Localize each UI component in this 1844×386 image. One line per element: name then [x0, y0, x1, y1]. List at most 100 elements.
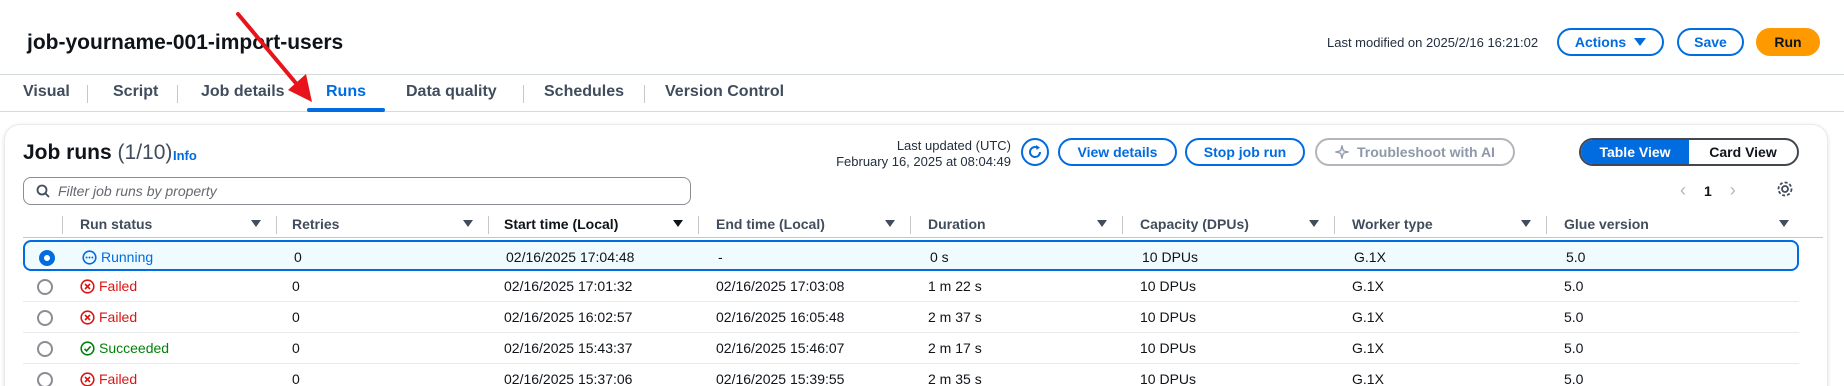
pagination: ‹ 1 ›: [1680, 180, 1736, 201]
column-separator: [276, 216, 277, 234]
card-view-option[interactable]: Card View: [1689, 140, 1797, 164]
table-row[interactable]: Succeeded 0 02/16/2025 15:43:37 02/16/20…: [23, 333, 1799, 364]
column-header-glue-version[interactable]: Glue version: [1564, 216, 1649, 232]
worker-type-cell: G.1X: [1352, 340, 1384, 356]
sort-icon[interactable]: [1779, 220, 1789, 227]
tab-script[interactable]: Script: [113, 83, 158, 101]
tab-separator: [523, 85, 524, 103]
start-time-cell: 02/16/2025 16:02:57: [504, 309, 633, 325]
gear-icon[interactable]: [1776, 180, 1794, 198]
stop-job-run-button[interactable]: Stop job run: [1185, 138, 1305, 166]
row-radio[interactable]: [37, 341, 53, 357]
table-row[interactable]: Failed 0 02/16/2025 16:02:57 02/16/2025 …: [23, 302, 1799, 333]
running-status-icon: [82, 249, 97, 265]
capacity-cell: 10 DPUs: [1140, 340, 1197, 356]
sort-icon[interactable]: [1097, 220, 1107, 227]
start-time-cell: 02/16/2025 17:04:48: [506, 249, 635, 265]
active-tab-indicator: [307, 108, 385, 112]
sort-icon[interactable]: [1309, 220, 1319, 227]
worker-type-cell: G.1X: [1352, 371, 1384, 386]
filter-input[interactable]: [58, 183, 658, 199]
sort-icon[interactable]: [251, 220, 261, 227]
column-separator: [1546, 216, 1547, 234]
column-separator: [488, 216, 489, 234]
column-separator: [62, 216, 63, 234]
tab-separator: [87, 85, 88, 103]
annotation-arrow-icon: [236, 12, 312, 102]
row-radio[interactable]: [39, 250, 55, 266]
table-row[interactable]: Failed 0 02/16/2025 17:01:32 02/16/2025 …: [23, 271, 1799, 302]
troubleshoot-with-ai-button[interactable]: Troubleshoot with AI: [1315, 138, 1515, 166]
column-header-run-status[interactable]: Run status: [80, 216, 152, 232]
run-status: Running: [82, 249, 153, 265]
duration-cell: 1 m 22 s: [928, 278, 982, 294]
panel-title-text: Job runs: [23, 141, 112, 164]
run-status-label: Failed: [99, 278, 138, 294]
run-status: Failed: [80, 278, 137, 294]
row-radio[interactable]: [37, 372, 53, 386]
end-time-cell: 02/16/2025 17:03:08: [716, 278, 845, 294]
search-icon: [36, 184, 50, 198]
tab-data-quality[interactable]: Data quality: [406, 83, 497, 101]
failed-status-icon: [80, 371, 95, 386]
info-link[interactable]: Info: [173, 148, 197, 163]
column-header-retries[interactable]: Retries: [292, 216, 339, 232]
troubleshoot-label: Troubleshoot with AI: [1357, 144, 1495, 160]
panel-title: Job runs (1/10): [23, 141, 172, 165]
sort-descending-icon[interactable]: [673, 220, 683, 227]
view-details-button[interactable]: View details: [1058, 138, 1177, 166]
end-time-cell: 02/16/2025 16:05:48: [716, 309, 845, 325]
last-updated: Last updated (UTC) February 16, 2025 at …: [820, 138, 1011, 170]
column-header-start-time[interactable]: Start time (Local): [504, 216, 618, 232]
capacity-cell: 10 DPUs: [1142, 249, 1199, 265]
run-status-label: Running: [101, 249, 154, 265]
duration-cell: 2 m 37 s: [928, 309, 982, 325]
tab-schedules[interactable]: Schedules: [544, 83, 624, 101]
worker-type-cell: G.1X: [1352, 278, 1384, 294]
view-toggle: Table View Card View: [1579, 138, 1799, 166]
glue-version-cell: 5.0: [1564, 340, 1584, 356]
table-row[interactable]: Running 0 02/16/2025 17:04:48 - 0 s 10 D…: [23, 240, 1799, 271]
previous-page-icon[interactable]: ‹: [1680, 180, 1686, 201]
next-page-icon[interactable]: ›: [1730, 180, 1736, 201]
table-view-option[interactable]: Table View: [1581, 140, 1689, 164]
table-row[interactable]: Failed 0 02/16/2025 15:37:06 02/16/2025 …: [23, 364, 1799, 386]
sort-icon[interactable]: [463, 220, 473, 227]
end-time-cell: 02/16/2025 15:46:07: [716, 340, 845, 356]
run-button[interactable]: Run: [1756, 28, 1820, 56]
column-header-capacity[interactable]: Capacity (DPUs): [1140, 216, 1249, 232]
column-separator: [698, 216, 699, 234]
tab-runs[interactable]: Runs: [326, 83, 366, 101]
save-button[interactable]: Save: [1677, 28, 1744, 56]
sort-icon[interactable]: [1521, 220, 1531, 227]
capacity-cell: 10 DPUs: [1140, 309, 1197, 325]
column-header-duration[interactable]: Duration: [928, 216, 986, 232]
duration-cell: 2 m 35 s: [928, 371, 982, 386]
panel-count: (1/10): [117, 141, 173, 164]
filter-box: [23, 177, 691, 205]
run-status: Failed: [80, 309, 137, 325]
table-header: Run status Retries Start time (Local) En…: [23, 212, 1823, 238]
caret-down-icon: [1634, 38, 1647, 46]
capacity-cell: 10 DPUs: [1140, 371, 1197, 386]
actions-button-label: Actions: [1574, 34, 1627, 50]
tab-separator: [644, 85, 645, 103]
succeeded-status-icon: [80, 340, 95, 356]
actions-button[interactable]: Actions: [1557, 28, 1664, 56]
column-separator: [1122, 216, 1123, 234]
retries-cell: 0: [292, 278, 300, 294]
column-separator: [910, 216, 911, 234]
column-header-worker-type[interactable]: Worker type: [1352, 216, 1433, 232]
refresh-icon[interactable]: [1021, 138, 1049, 166]
row-radio[interactable]: [37, 310, 53, 326]
sort-icon[interactable]: [885, 220, 895, 227]
run-status: Failed: [80, 371, 137, 386]
end-time-cell: 02/16/2025 15:39:55: [716, 371, 845, 386]
column-separator: [1334, 216, 1335, 234]
tab-visual[interactable]: Visual: [23, 83, 70, 101]
current-page[interactable]: 1: [1704, 183, 1712, 199]
tab-version-control[interactable]: Version Control: [665, 83, 784, 101]
worker-type-cell: G.1X: [1352, 309, 1384, 325]
column-header-end-time[interactable]: End time (Local): [716, 216, 825, 232]
row-radio[interactable]: [37, 279, 53, 295]
